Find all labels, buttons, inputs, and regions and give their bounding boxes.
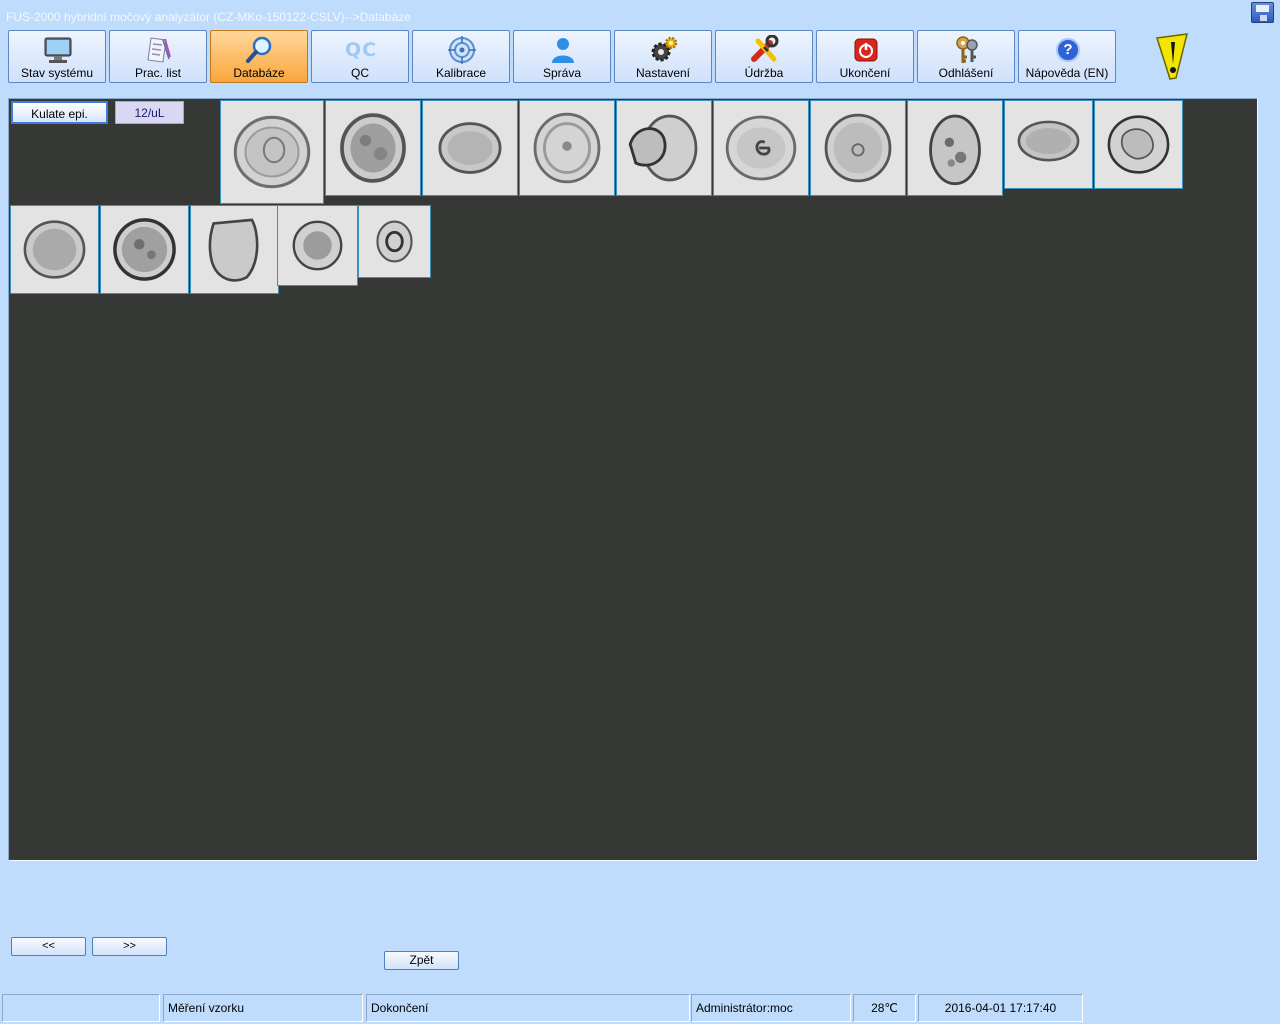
status-cell-state: Dokončení bbox=[366, 994, 690, 1022]
magnifier-icon bbox=[245, 35, 275, 65]
toolbar-button-worklist[interactable]: Prac. list bbox=[109, 30, 207, 83]
next-page-button[interactable]: >> bbox=[92, 937, 167, 956]
cell-image-thumbnail[interactable] bbox=[713, 100, 809, 196]
category-count: 12/uL bbox=[115, 101, 184, 124]
window-title: FUS-2000 hybridní močový analyzátor (CZ-… bbox=[6, 10, 411, 24]
status-cell-datetime: 2016-04-01 17:17:40 bbox=[918, 994, 1083, 1022]
toolbar-button-label: Prac. list bbox=[134, 66, 181, 80]
category-button[interactable]: Kulate epi. bbox=[11, 101, 108, 124]
toolbar-button-label: QC bbox=[351, 66, 369, 80]
cell-image-thumbnail[interactable] bbox=[1004, 100, 1093, 189]
cell-image bbox=[233, 115, 311, 189]
cell-image-thumbnail[interactable] bbox=[616, 100, 712, 196]
cell-image-thumbnail[interactable] bbox=[810, 100, 906, 196]
cell-image-thumbnail[interactable] bbox=[100, 205, 189, 294]
image-gallery-panel: Kulate epi. 12/uL bbox=[8, 98, 1258, 861]
cell-image bbox=[533, 112, 601, 184]
cell-image-thumbnail[interactable] bbox=[358, 205, 431, 278]
toolbar-button-settings[interactable]: Nastavení bbox=[614, 30, 712, 83]
toolbar-button-label: Nápověda (EN) bbox=[1025, 66, 1109, 80]
power-icon bbox=[851, 35, 881, 65]
cell-image-thumbnail[interactable] bbox=[220, 100, 324, 204]
keys-icon bbox=[952, 35, 982, 65]
target-icon bbox=[447, 35, 477, 65]
qc-glyph: QC bbox=[344, 39, 378, 61]
status-cell-user: Administrátor:moc bbox=[691, 994, 851, 1022]
toolbar-button-system-status[interactable]: Stav systému bbox=[8, 30, 106, 83]
toolbar-button-database[interactable]: Databáze bbox=[210, 30, 308, 83]
cell-image-thumbnail[interactable] bbox=[1094, 100, 1183, 189]
cell-image bbox=[113, 218, 176, 281]
toolbar-button-administration[interactable]: Správa bbox=[513, 30, 611, 83]
cell-image bbox=[1107, 115, 1170, 174]
gears-icon bbox=[649, 35, 679, 65]
status-bar: Měření vzorku Dokončení Administrátor:mo… bbox=[0, 992, 1280, 1024]
cell-image bbox=[824, 113, 892, 183]
status-cell-temperature: 28℃ bbox=[853, 994, 916, 1022]
cell-image bbox=[929, 114, 981, 186]
cell-image bbox=[725, 115, 797, 181]
toolbar-button-label: Kalibrace bbox=[435, 66, 487, 80]
cell-image bbox=[208, 218, 259, 282]
cell-image-thumbnail[interactable] bbox=[519, 100, 615, 196]
toolbar-button-label: Odhlášení bbox=[938, 66, 994, 80]
cell-image-thumbnail[interactable] bbox=[325, 100, 421, 196]
previous-page-button[interactable]: << bbox=[11, 937, 86, 956]
cell-image bbox=[340, 113, 406, 183]
cell-image-thumbnail[interactable] bbox=[10, 205, 99, 294]
cell-image bbox=[376, 220, 413, 263]
save-icon[interactable] bbox=[1251, 2, 1274, 23]
user-icon bbox=[548, 35, 578, 65]
back-button[interactable]: Zpět bbox=[384, 951, 459, 970]
cell-image bbox=[628, 114, 698, 182]
toolbar-button-qc[interactable]: QC QC bbox=[311, 30, 409, 83]
cell-image-thumbnail[interactable] bbox=[422, 100, 518, 196]
toolbar-button-shutdown[interactable]: Ukončení bbox=[816, 30, 914, 83]
cell-image-thumbnail[interactable] bbox=[190, 205, 279, 294]
warning-icon[interactable] bbox=[1153, 32, 1191, 82]
cell-image-thumbnail[interactable] bbox=[277, 205, 358, 286]
monitor-icon bbox=[43, 35, 73, 65]
toolbar-button-label: Údržba bbox=[744, 66, 784, 80]
cell-image bbox=[23, 220, 86, 279]
status-cell-empty bbox=[2, 994, 160, 1022]
toolbar-button-label: Databáze bbox=[233, 66, 285, 80]
toolbar-button-calibration[interactable]: Kalibrace bbox=[412, 30, 510, 83]
toolbar-button-label: Ukončení bbox=[839, 66, 891, 80]
toolbar-button-help[interactable]: ? Nápověda (EN) bbox=[1018, 30, 1116, 83]
toolbar-button-logout[interactable]: Odhlášení bbox=[917, 30, 1015, 83]
toolbar-button-label: Nastavení bbox=[635, 66, 691, 80]
cell-image-thumbnail[interactable] bbox=[907, 100, 1003, 196]
help-icon: ? bbox=[1053, 35, 1083, 65]
status-cell-mode: Měření vzorku bbox=[163, 994, 363, 1022]
qc-icon: QC bbox=[344, 35, 378, 65]
cell-image bbox=[1017, 120, 1080, 162]
worklist-icon bbox=[144, 35, 174, 65]
help-glyph: ? bbox=[1056, 38, 1080, 62]
tools-icon bbox=[750, 35, 780, 65]
cell-image bbox=[292, 220, 343, 271]
toolbar-button-label: Stav systému bbox=[20, 66, 94, 80]
toolbar-button-label: Správa bbox=[542, 66, 582, 80]
toolbar-button-maintenance[interactable]: Údržba bbox=[715, 30, 813, 83]
cell-image bbox=[438, 122, 502, 174]
